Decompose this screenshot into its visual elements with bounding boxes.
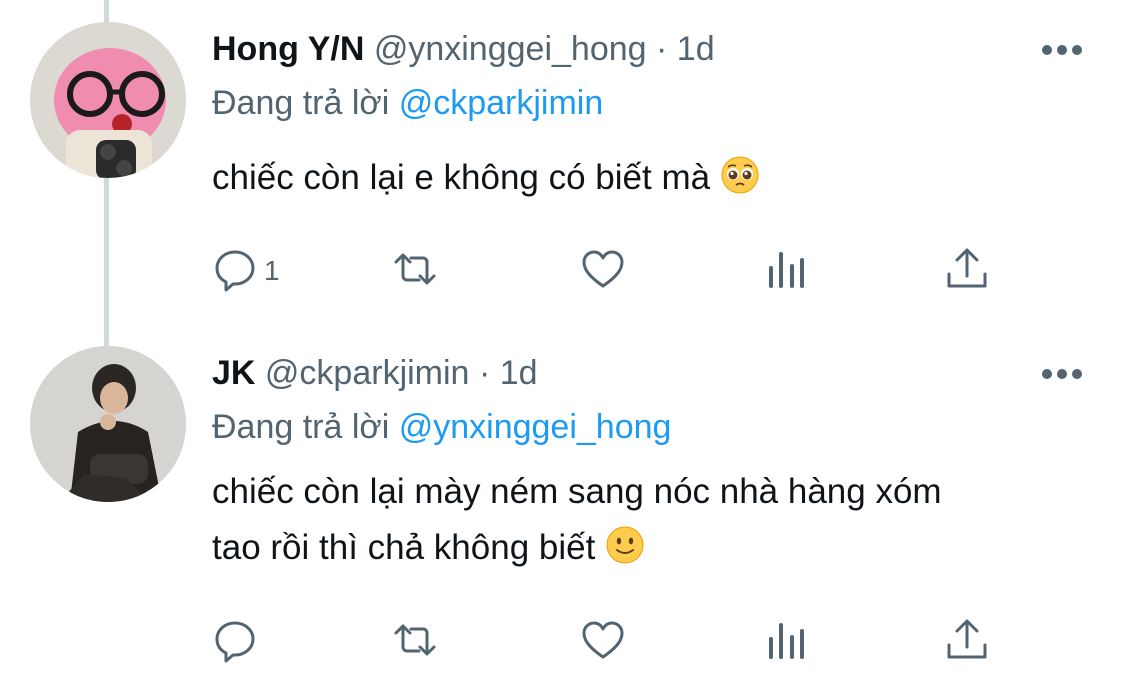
reply-count: 1 [264, 255, 280, 286]
more-icon[interactable] [1040, 42, 1084, 58]
avatar[interactable] [30, 346, 186, 502]
pleading-face-icon [720, 155, 760, 212]
mention-link[interactable]: @ckparkjimin [399, 84, 604, 122]
retweet-button[interactable] [392, 243, 438, 299]
display-name[interactable]: JK [212, 354, 255, 392]
tweet-header: Hong Y/N @ynxinggei_hong · 1d [212, 30, 715, 69]
analytics-button[interactable] [764, 243, 810, 299]
tweet[interactable]: JK @ckparkjimin · 1d Đang trả lời @ynxin… [0, 340, 1125, 680]
tweet-text-line: tao rồi thì chả không biết [212, 528, 596, 567]
like-icon [580, 617, 626, 668]
timestamp[interactable]: 1d [500, 354, 538, 392]
retweet-icon [392, 617, 438, 668]
mention-link[interactable]: @ynxinggei_hong [399, 408, 672, 446]
action-bar [0, 614, 1125, 670]
separator: · [656, 30, 668, 68]
timestamp[interactable]: 1d [677, 30, 715, 68]
tweet-text-line: chiếc còn lại mày ném sang nóc nhà hàng … [212, 472, 942, 511]
like-button[interactable] [580, 614, 626, 670]
analytics-icon [764, 617, 810, 668]
reply-button[interactable] [212, 614, 264, 670]
tweet[interactable]: Hong Y/N @ynxinggei_hong · 1d Đang trả l… [0, 0, 1125, 330]
share-button[interactable] [944, 243, 990, 299]
analytics-icon [764, 246, 810, 297]
share-icon [944, 246, 990, 297]
action-bar: 1 [0, 243, 1125, 299]
display-name[interactable]: Hong Y/N [212, 30, 364, 68]
reply-prefix: Đang trả lời [212, 84, 390, 122]
avatar[interactable] [30, 22, 186, 178]
reply-icon [212, 246, 258, 297]
retweet-button[interactable] [392, 614, 438, 670]
tweet-text: chiếc còn lại mày ném sang nóc nhà hàng … [212, 464, 1092, 582]
handle[interactable]: @ckparkjimin [265, 354, 470, 392]
retweet-icon [392, 246, 438, 297]
more-icon[interactable] [1040, 366, 1084, 382]
like-button[interactable] [580, 243, 626, 299]
reply-prefix: Đang trả lời [212, 408, 390, 446]
replying-to: Đang trả lời @ckparkjimin [212, 84, 603, 123]
slightly-smiling-face-icon [605, 525, 645, 582]
share-icon [944, 617, 990, 668]
tweet-text: chiếc còn lại e không có biết mà [212, 150, 1092, 212]
handle[interactable]: @ynxinggei_hong [374, 30, 647, 68]
tweet-text-line: chiếc còn lại e không có biết mà [212, 158, 711, 197]
tweet-header: JK @ckparkjimin · 1d [212, 354, 538, 393]
replying-to: Đang trả lời @ynxinggei_hong [212, 408, 671, 447]
analytics-button[interactable] [764, 614, 810, 670]
like-icon [580, 246, 626, 297]
tweet-text-line-group: tao rồi thì chả không biết [212, 520, 1092, 582]
separator: · [478, 354, 491, 392]
reply-icon [212, 617, 258, 668]
reply-button[interactable]: 1 [212, 243, 280, 299]
share-button[interactable] [944, 614, 990, 670]
